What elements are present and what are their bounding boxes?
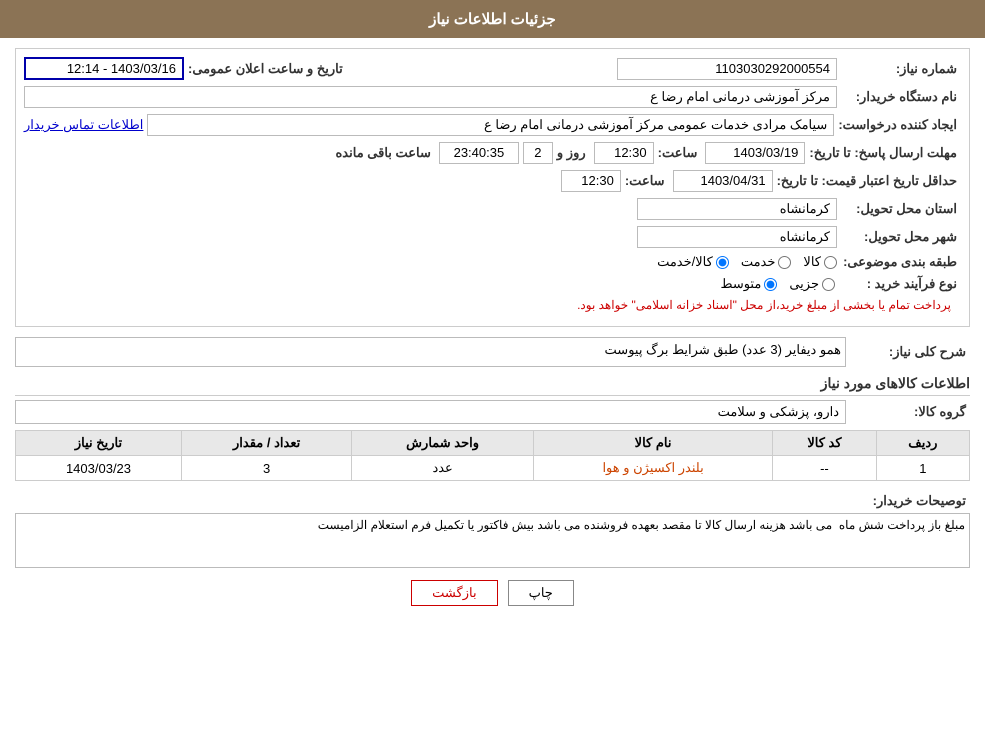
ostan-label: استان محل تحویل: <box>841 201 961 217</box>
table-row: 1 -- بلندر اکسیژن و هوا عدد 3 1403/03/23 <box>16 456 970 481</box>
page-wrapper: جزئیات اطلاعات نیاز شماره نیاز: 11030302… <box>0 0 985 733</box>
tabaqe-kala-label: کالا <box>803 254 821 270</box>
mohlat-time: 12:30 <box>594 142 654 164</box>
row-ostan: استان محل تحویل: کرمانشاه <box>24 198 961 220</box>
cell-kod: -- <box>773 456 877 481</box>
mohlat-date: 1403/03/19 <box>705 142 805 164</box>
mohlat-timer: 23:40:35 <box>439 142 519 164</box>
tabaqe-khadamat-item[interactable]: خدمت <box>741 254 792 270</box>
tarikhAetibar-time-label: ساعت: <box>625 173 669 189</box>
cell-name[interactable]: بلندر اکسیژن و هوا <box>534 456 773 481</box>
tabaqe-kala-item[interactable]: کالا <box>803 254 837 270</box>
tabaqe-kala-khadamat-radio[interactable] <box>716 256 729 269</box>
row-mohlat: مهلت ارسال پاسخ: تا تاریخ: 1403/03/19 سا… <box>24 142 961 164</box>
noeFarayand-label: نوع فرآیند خرید : <box>841 276 961 292</box>
noeFarayand-jazee-item[interactable]: جزیی <box>789 276 835 292</box>
row-goroh: گروه کالا: دارو، پزشکی و سلامت <box>15 400 970 424</box>
row-tarikhAetibar: حداقل تاریخ اعتبار قیمت: تا تاریخ: 1403/… <box>24 170 961 192</box>
mohlat-remaining-label: ساعت باقی مانده <box>336 145 435 161</box>
row-sharh: شرح کلی نیاز: همو دیفایر (3 عدد) طبق شرا… <box>15 337 970 367</box>
noeFarayand-jazee-radio[interactable] <box>822 278 835 291</box>
table-body: 1 -- بلندر اکسیژن و هوا عدد 3 1403/03/23 <box>16 456 970 481</box>
shahr-value: کرمانشاه <box>637 226 837 248</box>
tabaqe-kala-khadamat-label: کالا/خدمت <box>657 254 713 270</box>
tarikhAetibar-date: 1403/04/31 <box>673 170 773 192</box>
cell-vahed: عدد <box>352 456 534 481</box>
table-header-row: ردیف کد کالا نام کالا واحد شمارش تعداد /… <box>16 431 970 456</box>
namDastgah-label: نام دستگاه خریدار: <box>841 89 961 105</box>
row-shomareNiaz: شماره نیاز: 1103030292000554 تاریخ و ساع… <box>24 57 961 80</box>
shomareNiaz-value: 1103030292000554 <box>617 58 837 80</box>
tarikhAetibar-label: حداقل تاریخ اعتبار قیمت: تا تاریخ: <box>777 173 961 189</box>
mohlat-roz-label: روز و <box>557 145 590 161</box>
sharh-label: شرح کلی نیاز: <box>850 344 970 360</box>
item-name-link[interactable]: بلندر اکسیژن و هوا <box>602 460 703 475</box>
kalaha-title: اطلاعات کالاهای مورد نیاز <box>15 375 970 396</box>
row-ijadKonande: ایجاد کننده درخواست: سیامک مرادی خدمات ع… <box>24 114 961 136</box>
row-tabaqe: طبقه بندی موضوعی: کالا خدمت کالا/خدمت <box>24 254 961 270</box>
cell-tedad: 3 <box>182 456 352 481</box>
tabaqe-kala-khadamat-item[interactable]: کالا/خدمت <box>657 254 729 270</box>
page-title: جزئیات اطلاعات نیاز <box>429 11 556 28</box>
ijadKonande-value: سیامک مرادی خدمات عمومی مرکز آموزشی درما… <box>147 114 834 136</box>
row-noeFarayand: نوع فرآیند خرید : جزیی متوسط پرداخت تمام… <box>24 276 961 312</box>
tarikhDate-value: 1403/03/16 - 12:14 <box>24 57 184 80</box>
tabaqe-radio-group: کالا خدمت کالا/خدمت <box>657 254 837 270</box>
ijadKonande-link[interactable]: اطلاعات تماس خریدار <box>24 117 143 133</box>
ostan-value: کرمانشاه <box>637 198 837 220</box>
col-tarikh: تاریخ نیاز <box>16 431 182 456</box>
tosihKharidar-value[interactable] <box>15 513 970 568</box>
mohlat-roz: 2 <box>523 142 553 164</box>
namDastgah-value: مرکز آموزشی درمانی امام رضا ع <box>24 86 837 108</box>
cell-tarikh: 1403/03/23 <box>16 456 182 481</box>
col-vahed: واحد شمارش <box>352 431 534 456</box>
col-name: نام کالا <box>534 431 773 456</box>
tarikhDate-label: تاریخ و ساعت اعلان عمومی: <box>188 61 347 77</box>
page-header: جزئیات اطلاعات نیاز <box>0 0 985 38</box>
back-button[interactable]: بازگشت <box>411 580 497 606</box>
shahr-label: شهر محل تحویل: <box>841 229 961 245</box>
row-namDastgah: نام دستگاه خریدار: مرکز آموزشی درمانی ام… <box>24 86 961 108</box>
noeFarayand-radio-group: جزیی متوسط <box>720 276 835 292</box>
form-section: شماره نیاز: 1103030292000554 تاریخ و ساع… <box>15 48 970 327</box>
items-table: ردیف کد کالا نام کالا واحد شمارش تعداد /… <box>15 430 970 481</box>
noeFarayand-warn: پرداخت تمام یا بخشی از مبلغ خرید،از محل … <box>577 298 951 312</box>
mohlat-time-label: ساعت: <box>658 145 702 161</box>
tarikhAetibar-time: 12:30 <box>561 170 621 192</box>
btn-row: چاپ بازگشت <box>15 580 970 606</box>
tabaqe-kala-radio[interactable] <box>824 256 837 269</box>
noeFarayand-motavaset-radio[interactable] <box>764 278 777 291</box>
tabaqe-label: طبقه بندی موضوعی: <box>841 254 961 270</box>
col-radif: ردیف <box>876 431 969 456</box>
row-shahr: شهر محل تحویل: کرمانشاه <box>24 226 961 248</box>
noeFarayand-jazee-label: جزیی <box>789 276 819 292</box>
col-tedad: تعداد / مقدار <box>182 431 352 456</box>
mohlat-label: مهلت ارسال پاسخ: تا تاریخ: <box>809 145 961 161</box>
sharh-value: همو دیفایر (3 عدد) طبق شرایط برگ پیوست <box>15 337 846 367</box>
table-header: ردیف کد کالا نام کالا واحد شمارش تعداد /… <box>16 431 970 456</box>
col-kod: کد کالا <box>773 431 877 456</box>
row-tosihKharidar: توصیحات خریدار: <box>15 489 970 568</box>
ijadKonande-label: ایجاد کننده درخواست: <box>838 117 961 133</box>
noeFarayand-motavaset-item[interactable]: متوسط <box>720 276 777 292</box>
print-button[interactable]: چاپ <box>508 580 574 606</box>
main-content: شماره نیاز: 1103030292000554 تاریخ و ساع… <box>0 38 985 624</box>
shomareNiaz-label: شماره نیاز: <box>841 61 961 77</box>
noeFarayand-motavaset-label: متوسط <box>720 276 761 292</box>
tosihKharidar-label: توصیحات خریدار: <box>850 493 970 509</box>
cell-radif: 1 <box>876 456 969 481</box>
tabaqe-khadamat-label: خدمت <box>741 254 776 270</box>
goroh-value: دارو، پزشکی و سلامت <box>15 400 846 424</box>
tabaqe-khadamat-radio[interactable] <box>778 256 791 269</box>
goroh-label: گروه کالا: <box>850 404 970 420</box>
